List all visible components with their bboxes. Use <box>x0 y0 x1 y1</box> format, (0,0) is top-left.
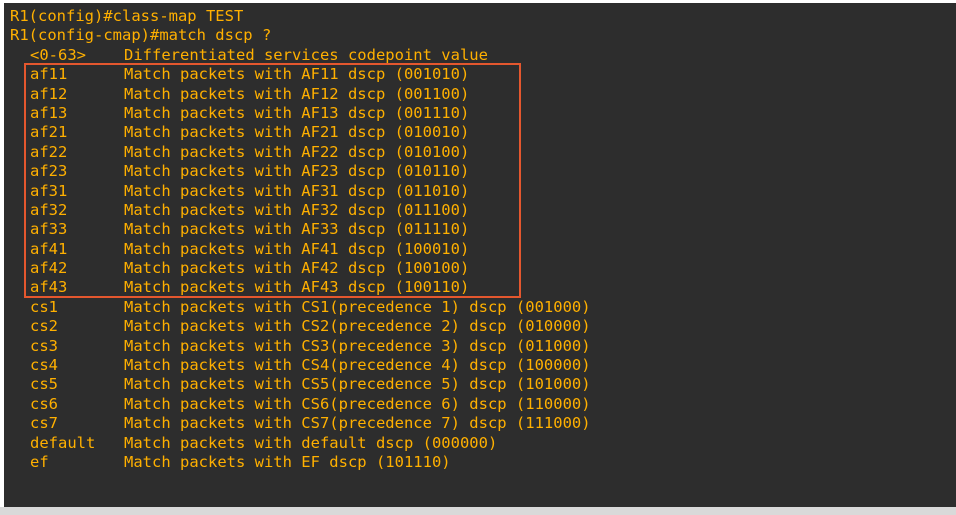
option-keyword: af12 <box>30 84 68 103</box>
command-line: R1(config-cmap)#match dscp ? <box>10 26 591 45</box>
option-description: Match packets with EF dscp (101110) <box>124 452 451 471</box>
command-input: match dscp ? <box>159 26 272 45</box>
option-keyword: cs1 <box>30 297 58 316</box>
help-row: cs4 Match packets with CS4(precedence 4) … <box>10 356 591 375</box>
help-row: default Match packets with default dscp (… <box>10 434 591 453</box>
help-row: af23 Match packets with AF23 dscp (010110… <box>10 162 591 181</box>
prompt: R1(config-cmap)# <box>10 26 160 45</box>
help-row: cs3 Match packets with CS3(precedence 3) … <box>10 337 591 356</box>
option-description: Match packets with AF42 dscp (100100) <box>124 259 470 278</box>
option-keyword: af33 <box>30 220 68 239</box>
option-description: Differentiated services codepoint value <box>124 45 488 64</box>
option-description: Match packets with AF22 dscp (010100) <box>124 142 470 161</box>
option-description: Match packets with AF43 dscp (100110) <box>124 278 470 297</box>
option-keyword: cs5 <box>30 375 58 394</box>
option-keyword: default <box>30 433 96 452</box>
option-keyword: af43 <box>30 278 68 297</box>
option-keyword: af23 <box>30 162 68 181</box>
help-row: af11 Match packets with AF11 dscp (001010… <box>10 65 591 84</box>
help-row: af32 Match packets with AF32 dscp (011100… <box>10 201 591 220</box>
option-keyword: cs3 <box>30 336 58 355</box>
option-keyword: cs2 <box>30 317 58 336</box>
option-description: Match packets with AF21 dscp (010010) <box>124 123 470 142</box>
help-row: af41 Match packets with AF41 dscp (100010… <box>10 240 591 259</box>
option-description: Match packets with AF12 dscp (001100) <box>124 84 470 103</box>
help-row: cs1 Match packets with CS1(precedence 1) … <box>10 298 591 317</box>
bottom-bar <box>0 507 956 515</box>
help-row: af22 Match packets with AF22 dscp (010100… <box>10 143 591 162</box>
option-keyword: af13 <box>30 103 68 122</box>
option-description: Match packets with AF32 dscp (011100) <box>124 200 470 219</box>
option-description: Match packets with AF23 dscp (010110) <box>124 162 470 181</box>
option-keyword: <0-63> <box>30 45 86 64</box>
help-row: af42 Match packets with AF42 dscp (100100… <box>10 259 591 278</box>
option-description: Match packets with CS6(precedence 6) dsc… <box>124 394 591 413</box>
option-description: Match packets with CS7(precedence 7) dsc… <box>124 414 591 433</box>
command-line: R1(config)#class-map TEST <box>10 7 591 26</box>
help-row: af43 Match packets with AF43 dscp (100110… <box>10 278 591 297</box>
option-keyword: cs6 <box>30 394 58 413</box>
help-row: cs7 Match packets with CS7(precedence 7) … <box>10 414 591 433</box>
option-description: Match packets with AF11 dscp (001010) <box>124 65 470 84</box>
option-description: Match packets with CS1(precedence 1) dsc… <box>124 297 591 316</box>
option-keyword: af11 <box>30 65 68 84</box>
option-description: Match packets with AF33 dscp (011110) <box>124 220 470 239</box>
option-description: Match packets with CS4(precedence 4) dsc… <box>124 356 591 375</box>
command-input: class-map TEST <box>112 7 244 25</box>
option-description: Match packets with CS3(precedence 3) dsc… <box>124 336 591 355</box>
prompt: R1(config)# <box>10 7 113 25</box>
option-description: Match packets with AF31 dscp (011010) <box>124 181 470 200</box>
option-description: Match packets with AF13 dscp (001110) <box>124 103 470 122</box>
option-description: Match packets with CS2(precedence 2) dsc… <box>124 317 591 336</box>
option-keyword: cs7 <box>30 414 58 433</box>
help-row: af12 Match packets with AF12 dscp (001100… <box>10 85 591 104</box>
option-keyword: af22 <box>30 142 68 161</box>
option-description: Match packets with default dscp (000000) <box>124 433 498 452</box>
option-keyword: af41 <box>30 239 68 258</box>
option-keyword: af42 <box>30 259 68 278</box>
option-keyword: af32 <box>30 200 68 219</box>
terminal-output: R1(config)#class-map TEST R1(config-cmap… <box>10 7 591 472</box>
help-row: cs2 Match packets with CS2(precedence 2) … <box>10 317 591 336</box>
help-row: <0-63> Differentiated services codepoint … <box>10 46 591 65</box>
option-keyword: af31 <box>30 181 68 200</box>
help-row: af33 Match packets with AF33 dscp (011110… <box>10 220 591 239</box>
help-row: af21 Match packets with AF21 dscp (010010… <box>10 123 591 142</box>
help-row: ef Match packets with EF dscp (101110) <box>10 453 591 472</box>
option-keyword: ef <box>30 452 49 471</box>
help-row: af31 Match packets with AF31 dscp (011010… <box>10 182 591 201</box>
option-keyword: cs4 <box>30 356 58 375</box>
option-description: Match packets with AF41 dscp (100010) <box>124 239 470 258</box>
help-row: af13 Match packets with AF13 dscp (001110… <box>10 104 591 123</box>
help-row: cs6 Match packets with CS6(precedence 6) … <box>10 395 591 414</box>
help-row: cs5 Match packets with CS5(precedence 5) … <box>10 375 591 394</box>
option-keyword: af21 <box>30 123 68 142</box>
option-description: Match packets with CS5(precedence 5) dsc… <box>124 375 591 394</box>
terminal-window[interactable]: R1(config)#class-map TEST R1(config-cmap… <box>4 3 956 507</box>
